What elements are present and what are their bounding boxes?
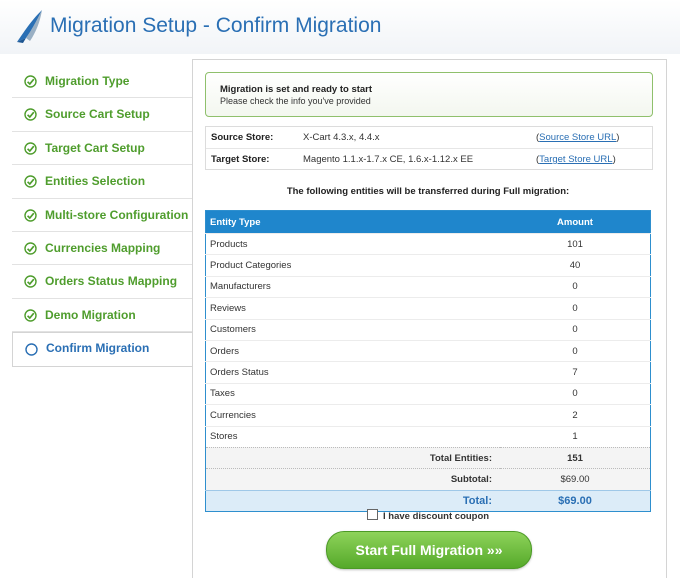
source-store-value: X-Cart 4.3.x, 4.4.x: [303, 132, 380, 143]
sidebar-item-multi-store-configuration[interactable]: Multi-store Configuration: [12, 199, 192, 232]
column-header-amount: Amount: [500, 210, 651, 234]
entity-amount-cell: 0: [500, 339, 651, 362]
sidebar-item-label: Source Cart Setup: [45, 107, 150, 122]
target-store-label: Target Store:: [211, 154, 270, 165]
notice-subtitle: Please check the info you've provided: [220, 96, 371, 106]
sidebar-item-label: Target Cart Setup: [45, 140, 145, 155]
discount-coupon-label: I have discount coupon: [383, 511, 490, 522]
sidebar-item-label: Orders Status Mapping: [45, 274, 178, 289]
sidebar-item-label: Multi-store Configuration: [45, 207, 189, 222]
sidebar-item-confirm-migration[interactable]: Confirm Migration: [12, 332, 192, 368]
source-store-url-link[interactable]: Source Store URL: [539, 132, 616, 143]
total-entities-value: 151: [500, 446, 651, 469]
check-circle-icon: [24, 208, 37, 222]
store-info-table: Source Store: X-Cart 4.3.x, 4.4.x (Sourc…: [205, 126, 653, 170]
sidebar-item-demo-migration[interactable]: Demo Migration: [12, 299, 192, 333]
check-circle-icon: [24, 75, 37, 88]
entity-amount-cell: 0: [500, 318, 651, 341]
table-row: Reviews 0: [205, 297, 651, 320]
subtotal-row: Subtotal: $69.00: [205, 468, 651, 491]
bird-logo-icon: [17, 10, 42, 43]
table-row: Stores 1: [205, 425, 651, 448]
target-store-row: Target Store: Magento 1.1.x-1.7.x CE, 1.…: [206, 148, 652, 170]
entity-amount-cell: 0: [500, 382, 651, 405]
table-header-row: Entity Type Amount: [205, 210, 651, 234]
table-row: Customers 0: [205, 318, 651, 341]
check-circle-icon: [24, 275, 37, 289]
total-entities-label: Total Entities:: [205, 446, 500, 469]
target-store-url-link[interactable]: Target Store URL: [539, 154, 612, 165]
total-entities-row: Total Entities: 151: [205, 446, 651, 469]
source-store-label: Source Store:: [211, 132, 274, 143]
table-row: Manufacturers 0: [205, 275, 651, 298]
table-row: Orders 0: [205, 339, 651, 362]
table-row: Product Categories 40: [205, 254, 651, 277]
sidebar-item-currencies-mapping[interactable]: Currencies Mapping: [12, 232, 192, 266]
column-header-entity-type: Entity Type: [205, 210, 500, 234]
entity-type-cell: Customers: [205, 318, 500, 341]
entity-type-cell: Orders: [205, 339, 500, 362]
entity-amount-cell: 2: [500, 404, 651, 427]
sidebar-item-orders-status-mapping[interactable]: Orders Status Mapping: [12, 265, 192, 299]
entity-type-cell: Currencies: [205, 404, 500, 427]
main-panel: Migration is set and ready to start Plea…: [192, 59, 667, 578]
table-row: Currencies 2: [205, 404, 651, 427]
discount-coupon-checkbox[interactable]: [367, 509, 378, 520]
check-circle-icon: [24, 309, 37, 322]
subtotal-label: Subtotal:: [205, 468, 500, 491]
start-full-migration-button[interactable]: Start Full Migration »»: [326, 531, 532, 569]
source-store-link-wrap: (Source Store URL): [536, 132, 619, 143]
table-row: Taxes 0: [205, 382, 651, 405]
table-row: Orders Status 7: [205, 361, 651, 384]
target-store-link-wrap: (Target Store URL): [536, 154, 616, 165]
notice-title: Migration is set and ready to start: [220, 84, 373, 95]
sidebar-item-label: Currencies Mapping: [45, 240, 161, 255]
sidebar-item-migration-type[interactable]: Migration Type: [12, 65, 192, 99]
entity-amount-cell: 0: [500, 275, 651, 298]
check-circle-icon: [24, 142, 37, 155]
header: Migration Setup - Confirm Migration: [0, 0, 680, 54]
entity-type-cell: Products: [205, 232, 500, 255]
entities-table: Entity Type Amount Products 101 Product C…: [205, 210, 651, 513]
entity-type-cell: Product Categories: [205, 254, 500, 277]
entity-amount-cell: 101: [500, 232, 651, 255]
discount-coupon-option[interactable]: I have discount coupon: [367, 509, 489, 522]
entity-type-cell: Orders Status: [205, 361, 500, 384]
entity-type-cell: Manufacturers: [205, 275, 500, 298]
sidebar-item-label: Confirm Migration: [46, 341, 150, 356]
check-circle-icon: [24, 175, 37, 188]
grand-total-value: $69.00: [500, 489, 651, 512]
check-circle-icon: [24, 242, 37, 255]
entity-amount-cell: 7: [500, 361, 651, 384]
page-title: Migration Setup - Confirm Migration: [50, 14, 382, 37]
entities-caption: The following entities will be transferr…: [286, 186, 570, 197]
subtotal-value: $69.00: [500, 468, 651, 491]
sidebar-item-target-cart-setup[interactable]: Target Cart Setup: [12, 132, 192, 166]
entity-type-cell: Stores: [205, 425, 500, 448]
target-store-value: Magento 1.1.x-1.7.x CE, 1.6.x-1.12.x EE: [303, 154, 474, 165]
sidebar-item-entities-selection[interactable]: Entities Selection: [12, 165, 192, 199]
check-circle-icon: [24, 108, 37, 122]
entity-type-cell: Reviews: [205, 297, 500, 320]
source-store-row: Source Store: X-Cart 4.3.x, 4.4.x (Sourc…: [206, 127, 652, 148]
entity-amount-cell: 0: [500, 297, 651, 320]
paren-close: ): [616, 132, 620, 143]
sidebar-item-label: Entities Selection: [45, 174, 146, 189]
status-notice: Migration is set and ready to start Plea…: [205, 72, 653, 117]
empty-circle-icon: [25, 343, 38, 356]
sidebar-item-label: Migration Type: [45, 74, 130, 88]
wizard-steps-sidebar: Migration Type Source Cart Setup Target …: [12, 65, 192, 368]
entity-amount-cell: 40: [500, 254, 651, 277]
entity-amount-cell: 1: [500, 425, 651, 448]
sidebar-item-label: Demo Migration: [45, 307, 136, 322]
sidebar-item-source-cart-setup[interactable]: Source Cart Setup: [12, 98, 192, 132]
paren-close: ): [612, 154, 616, 165]
entity-type-cell: Taxes: [205, 382, 500, 405]
table-row: Products 101: [205, 232, 651, 255]
